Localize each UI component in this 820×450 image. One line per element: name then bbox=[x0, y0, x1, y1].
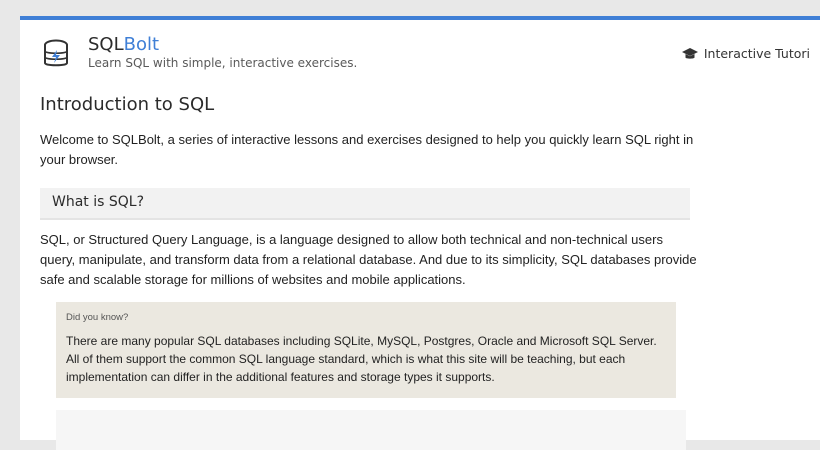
nav-interactive-tutorial-link[interactable]: Interactive Tutori bbox=[681, 46, 810, 61]
brand-name[interactable]: SQLBolt bbox=[88, 34, 357, 56]
database-bolt-icon[interactable] bbox=[40, 38, 72, 70]
callout-text: There are many popular SQL databases inc… bbox=[66, 334, 657, 384]
tagline: Learn SQL with simple, interactive exerc… bbox=[88, 56, 358, 70]
site-header: SQLBolt Learn SQL with simple, interacti… bbox=[40, 34, 820, 74]
next-section-block bbox=[56, 410, 686, 450]
brand-name-prefix: SQL bbox=[88, 34, 124, 55]
callout-label: Did you know? bbox=[66, 312, 129, 323]
brand[interactable]: SQLBolt Learn SQL with simple, interacti… bbox=[88, 34, 357, 70]
section-header: What is SQL? bbox=[40, 188, 690, 220]
nav-link-label: Interactive Tutori bbox=[703, 46, 810, 61]
brand-name-accent: Bolt bbox=[123, 34, 160, 55]
page-container: SQLBolt Learn SQL with simple, interacti… bbox=[20, 16, 820, 450]
body-paragraph: SQL, or Structured Query Language, is a … bbox=[40, 232, 697, 287]
section-title: What is SQL? bbox=[52, 194, 145, 210]
page-title: Introduction to SQL bbox=[40, 94, 215, 115]
intro-paragraph: Welcome to SQLBolt, a series of interact… bbox=[40, 132, 694, 167]
window-background bbox=[0, 0, 20, 423]
graduation-cap-icon bbox=[681, 46, 704, 61]
did-you-know-callout: Did you know? There are many popular SQL… bbox=[56, 302, 676, 398]
